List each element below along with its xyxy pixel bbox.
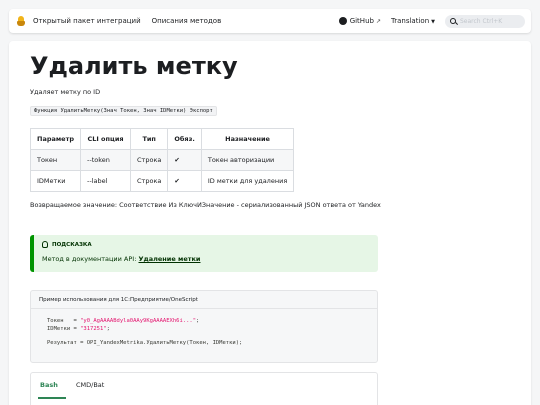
navbar: Открытый пакет интеграций Описания метод… [9, 9, 531, 33]
code-line: Результат = OPI_YandexMetrika.УдалитьМет… [47, 340, 243, 346]
code-content[interactable]: Токен = "y0_AgAAAABdyla0AAy9KgAAAAEXh6i.… [31, 309, 377, 357]
params-table: Параметр CLI опция Тип Обяз. Назначение … [29, 128, 295, 192]
main-content: Удалить метку Удаляет метку по ID Функци… [9, 41, 531, 405]
table-cell: --label [80, 170, 132, 192]
page-title: Удалить метку [30, 52, 238, 80]
table-row: IDМетки --label Строка ✔ ID метки для уд… [29, 170, 295, 192]
table-header: Тип [130, 128, 169, 150]
methods-link[interactable]: Описания методов [152, 17, 222, 25]
code-string: "y0_AgAAAABdyla0AAy9KgAAAAEXh6i..." [80, 318, 197, 324]
table-cell: ✔ [167, 170, 202, 192]
lightbulb-icon [42, 241, 48, 248]
code-block-title: Пример использования для 1С:Предприятие/… [31, 291, 377, 309]
code-string: "317251" [80, 325, 107, 332]
translation-dropdown[interactable]: Translation ▼ [391, 17, 435, 25]
table-cell: ✔ [167, 149, 202, 171]
logo-icon[interactable] [17, 16, 26, 26]
code-token: IDМетки = [47, 325, 81, 332]
tip-text: Метод в документации API: Удаление метки [42, 255, 200, 263]
table-header-row: Параметр CLI опция Тип Обяз. Назначение [29, 128, 295, 150]
translation-label: Translation [390, 17, 430, 25]
table-cell: Токен [29, 149, 82, 171]
table-cell: IDМетки [29, 170, 82, 192]
tip-admonition: ПОДСКАЗКА Метод в документации API: Удал… [30, 235, 378, 272]
table-header: Параметр [29, 128, 82, 150]
caret-down-icon: ▼ [431, 19, 435, 25]
search-icon [450, 18, 456, 24]
table-cell: Строка [130, 149, 169, 171]
tip-title: ПОДСКАЗКА [52, 242, 92, 248]
table-header: Обяз. [167, 128, 202, 150]
code-line: Токен = "y0_AgAAAABdyla0AAy9KgAAAAEXh6i.… [47, 318, 361, 326]
return-value-text: Возвращаемое значение: Соответствие Из К… [30, 201, 381, 209]
table-cell: Токен авторизации [200, 149, 295, 171]
github-link[interactable]: GitHub ↗ [338, 17, 381, 25]
table-row: Токен --token Строка ✔ Токен авторизации [29, 149, 295, 171]
tab-cmd-bat[interactable]: CMD/Bat [76, 381, 104, 397]
page-description: Удаляет метку по ID [30, 88, 101, 96]
github-label: GitHub [349, 17, 374, 25]
search-placeholder: Search Ctrl+K [460, 17, 503, 25]
search-input[interactable]: Search Ctrl+K [445, 14, 525, 28]
tab-bash[interactable]: Bash [38, 381, 66, 399]
table-header: Назначение [200, 128, 295, 150]
tip-text-label: Метод в документации API: [42, 255, 139, 263]
api-docs-link[interactable]: Удаление метки [138, 255, 200, 263]
github-icon [338, 17, 347, 25]
function-signature: Функция УдалитьМетку(Знач Токен, Знач ID… [30, 106, 217, 116]
table-cell: Строка [130, 170, 169, 192]
brand-link[interactable]: Открытый пакет интеграций [33, 17, 141, 25]
code-token: ; [106, 325, 110, 332]
table-cell: ID метки для удаления [200, 170, 295, 192]
code-token: Токен = [47, 318, 81, 324]
cli-tabs: Bash CMD/Bat [30, 372, 378, 405]
external-link-icon: ↗ [375, 17, 381, 25]
table-cell: --token [80, 149, 132, 171]
code-line: IDМетки = "317251"; [47, 326, 361, 334]
code-token: ; [196, 318, 200, 324]
table-header: CLI опция [80, 128, 132, 150]
code-block: Пример использования для 1С:Предприятие/… [30, 290, 378, 363]
